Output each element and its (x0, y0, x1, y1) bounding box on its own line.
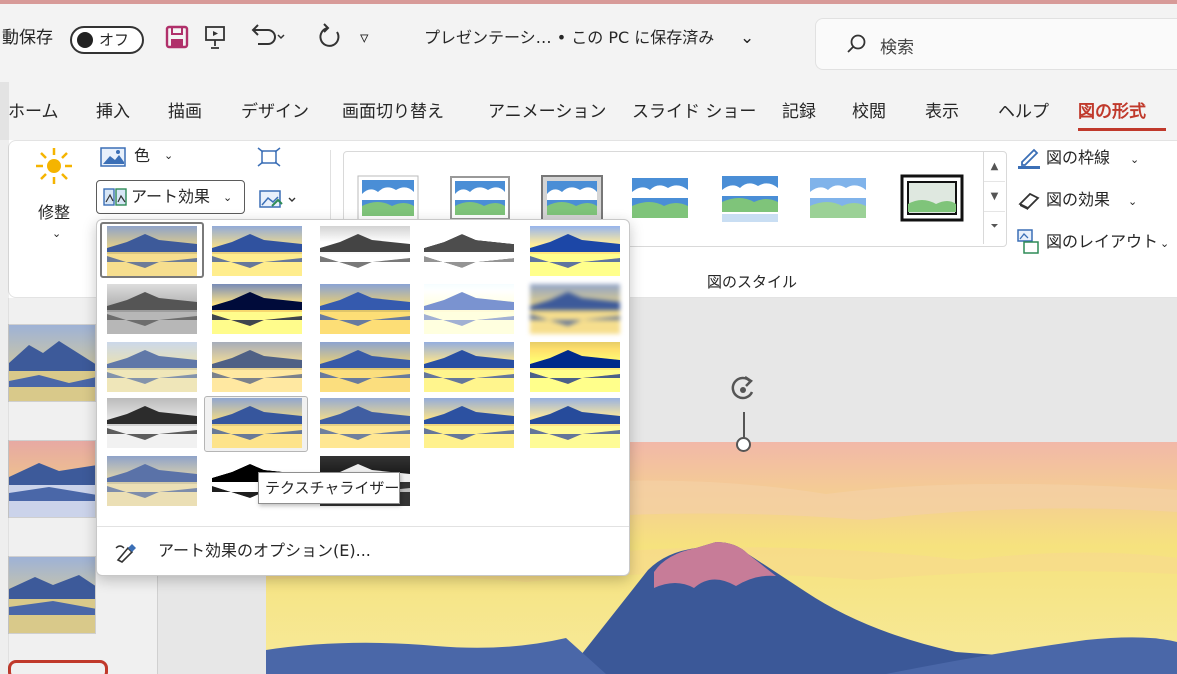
color-label[interactable]: 色 (134, 146, 150, 166)
customize-qat-icon[interactable]: ▿ (360, 26, 369, 50)
present-from-start-icon[interactable] (203, 24, 227, 57)
art-effect-none[interactable] (107, 226, 197, 276)
art-effect-watercolor-sponge[interactable] (320, 342, 410, 392)
tab-animations[interactable]: アニメーション (488, 100, 606, 124)
active-tab-indicator (1078, 128, 1166, 131)
picture-border-label[interactable]: 図の枠線 (1046, 148, 1110, 168)
save-icon[interactable] (164, 24, 190, 57)
art-effects-options-label: アート効果のオプション(E)... (158, 541, 371, 560)
tab-picture-format[interactable]: 図の形式 (1078, 100, 1146, 124)
resize-handle-top[interactable] (736, 437, 751, 452)
slide-thumbnail-2[interactable] (8, 440, 96, 518)
art-effect-mosaic-bubbles[interactable] (107, 342, 197, 392)
picture-styles-group-label: 図のスタイル (707, 273, 798, 291)
art-effect-texturizer[interactable] (212, 398, 302, 448)
dropdown-separator (97, 526, 629, 527)
tab-transitions[interactable]: 画面切り替え (342, 100, 444, 124)
picture-layout-chevron-icon[interactable]: ⌄ (1160, 234, 1169, 254)
change-picture-icon[interactable] (258, 188, 298, 216)
picture-style-5[interactable] (718, 172, 782, 224)
art-effects-options-item[interactable]: アート効果のオプション(E)... (110, 536, 610, 568)
corrections-label[interactable]: 修整 (38, 203, 70, 223)
redo-icon[interactable] (316, 22, 344, 57)
tab-home[interactable]: ホーム (8, 100, 59, 124)
undo-icon[interactable] (248, 22, 288, 57)
picture-border-chevron-icon[interactable]: ⌄ (1130, 150, 1139, 170)
compress-pictures-icon[interactable] (256, 146, 282, 172)
tab-insert[interactable]: 挿入 (96, 100, 130, 124)
window-top-border (0, 0, 1177, 4)
corrections-chevron-icon[interactable]: ⌄ (52, 224, 61, 244)
slide-thumbnail-3[interactable] (8, 556, 96, 634)
gallery-scroll-down-icon[interactable]: ▼ (984, 182, 1005, 212)
picture-effects-label[interactable]: 図の効果 (1046, 190, 1110, 210)
art-effect-chalk-sketch[interactable] (107, 284, 197, 334)
gallery-scroll: ▲ ▼ ⏷ (983, 152, 1005, 244)
art-effect-plastic-wrap[interactable] (530, 398, 620, 448)
art-effect-marker[interactable] (212, 226, 302, 276)
tab-slideshow[interactable]: スライド ショー (632, 100, 756, 124)
picture-layout-icon[interactable] (1016, 228, 1042, 260)
tab-review[interactable]: 校閲 (852, 100, 886, 124)
art-effect-film-grain[interactable] (424, 342, 514, 392)
art-effect-paint-brush[interactable] (320, 284, 410, 334)
art-effect-crisscross-etching[interactable] (320, 398, 410, 448)
tab-record[interactable]: 記録 (782, 100, 816, 124)
tab-help[interactable]: ヘルプ (998, 100, 1049, 124)
art-effect-line-drawing[interactable] (530, 226, 620, 276)
picture-style-1[interactable] (356, 172, 420, 224)
art-effect-glass[interactable] (530, 342, 620, 392)
autosave-label: 動保存 (2, 28, 53, 48)
art-effect-cutout[interactable] (107, 456, 197, 506)
rotate-handle-icon[interactable] (728, 372, 758, 416)
picture-effects-icon[interactable] (1016, 190, 1042, 216)
search-placeholder: 検索 (880, 38, 914, 58)
art-effect-glow-diffused[interactable] (424, 284, 514, 334)
search-box[interactable]: 検索 (815, 18, 1177, 70)
search-icon (847, 34, 866, 53)
picture-style-3[interactable] (540, 172, 604, 224)
art-effect-blur[interactable] (530, 284, 620, 334)
picture-border-icon[interactable] (1016, 146, 1042, 174)
art-effect-cement[interactable] (107, 398, 197, 448)
art-effect-light-screen[interactable] (212, 342, 302, 392)
tab-draw[interactable]: 描画 (168, 100, 202, 124)
picture-layout-label[interactable]: 図のレイアウト (1046, 232, 1158, 252)
window-left-edge (0, 82, 9, 674)
gallery-scroll-up-icon[interactable]: ▲ (984, 152, 1005, 182)
picture-style-4[interactable] (628, 172, 692, 224)
art-effect-paint-strokes[interactable] (212, 284, 302, 334)
picture-style-6[interactable] (806, 172, 870, 224)
color-chevron-icon[interactable]: ⌄ (164, 146, 173, 166)
tab-design[interactable]: デザイン (241, 100, 309, 124)
art-effect-pencil-grayscale[interactable] (320, 226, 410, 276)
art-effects-label: アート効果 (131, 187, 211, 206)
corrections-icon[interactable] (34, 146, 74, 190)
color-icon[interactable] (100, 146, 126, 172)
picture-effects-chevron-icon[interactable]: ⌄ (1128, 192, 1137, 212)
effect-tooltip: テクスチャライザー (258, 472, 400, 504)
toggle-knob (77, 32, 93, 48)
title-chevron-icon[interactable]: ⌄ (740, 26, 754, 50)
tab-view[interactable]: 表示 (925, 100, 959, 124)
toggle-label: オフ (99, 31, 130, 49)
gallery-more-icon[interactable]: ⏷ (984, 212, 1005, 242)
art-effect-pencil-sketch[interactable] (424, 226, 514, 276)
art-effect-pastels-smooth[interactable] (424, 398, 514, 448)
picture-style-7[interactable] (900, 172, 964, 224)
slide-thumbnail-selected-frame (8, 660, 108, 674)
art-effects-button[interactable]: アート効果 ⌄ (96, 180, 245, 214)
slide-thumbnail-1[interactable] (8, 324, 96, 402)
autosave-toggle[interactable]: オフ (70, 26, 144, 54)
art-effects-icon (103, 188, 127, 206)
picture-style-2[interactable] (448, 172, 512, 224)
art-effects-chevron-icon: ⌄ (223, 191, 233, 204)
document-title[interactable]: プレゼンテーシ… • この PC に保存済み (424, 26, 714, 50)
art-effects-options-icon (115, 544, 136, 563)
